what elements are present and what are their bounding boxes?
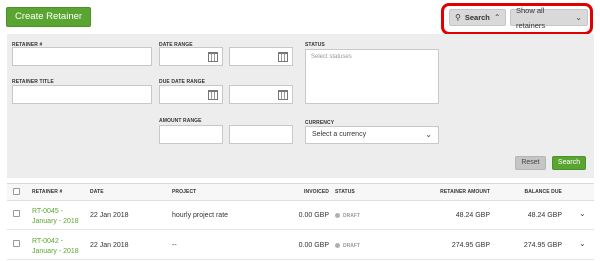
retainer-number-input[interactable] <box>12 47 152 66</box>
table-row[interactable]: RT-0045 - January - 2018 22 Jan 2018 hou… <box>7 201 594 230</box>
reset-button[interactable]: Reset <box>515 156 546 170</box>
table-header: RETAINER # DATE PROJECT INVOICED STATUS … <box>7 184 594 201</box>
table-row[interactable]: RT-0042 - January - 2018 22 Jan 2018 -- … <box>7 231 594 260</box>
create-retainer-button[interactable]: Create Retainer <box>6 7 92 27</box>
currency-select[interactable]: Select a currency ⌄ <box>305 126 439 144</box>
date-range-from-input[interactable] <box>159 47 223 66</box>
due-date-to-input[interactable] <box>229 85 293 104</box>
expand-chevron-icon[interactable]: ⌄ <box>579 209 586 218</box>
search-toggle-button[interactable]: ⚲ Search ⌃ <box>449 9 506 26</box>
col-date-header: DATE <box>90 189 104 195</box>
calendar-icon[interactable] <box>278 52 288 62</box>
invoiced-cell: 0.00 GBP <box>298 242 329 249</box>
show-all-label: Show all retainers <box>516 5 546 30</box>
row-checkbox[interactable] <box>13 240 20 247</box>
invoiced-cell: 0.00 GBP <box>298 212 329 219</box>
filter-panel: RETAINER # RETAINER TITLE DATE RANGE DUE… <box>7 34 594 178</box>
col-retainer-header: RETAINER # <box>32 189 63 195</box>
status-dot-icon <box>335 213 340 219</box>
retainers-table: RETAINER # DATE PROJECT INVOICED STATUS … <box>7 183 594 261</box>
calendar-icon[interactable] <box>208 90 218 100</box>
status-badge: DRAFT <box>335 213 360 219</box>
status-text: DRAFT <box>343 243 360 249</box>
balance-due-cell: 274.95 GBP <box>523 242 562 249</box>
status-text: DRAFT <box>343 213 360 219</box>
col-project-header: PROJECT <box>172 189 197 195</box>
chevron-down-icon: ⌄ <box>575 13 582 22</box>
date-range-to-input[interactable] <box>229 47 293 66</box>
project-cell: hourly project rate <box>172 212 229 219</box>
col-balance-due-header: BALANCE DUE <box>524 189 562 195</box>
project-cell: -- <box>172 242 177 249</box>
status-label: STATUS <box>305 42 325 48</box>
retainer-title-input[interactable] <box>12 85 152 104</box>
row-checkbox[interactable] <box>13 210 20 217</box>
chevron-up-icon: ⌃ <box>493 13 501 22</box>
calendar-icon[interactable] <box>208 52 218 62</box>
expand-chevron-icon[interactable]: ⌄ <box>579 239 586 248</box>
amount-max-input[interactable] <box>229 125 293 144</box>
retainer-link[interactable]: RT-0045 - January - 2018 <box>32 207 84 227</box>
currency-value: Select a currency <box>312 131 367 138</box>
search-button[interactable]: Search <box>552 156 586 170</box>
retainer-link[interactable]: RT-0042 - January - 2018 <box>32 237 84 257</box>
amount-range-label: AMOUNT RANGE <box>159 118 202 124</box>
show-all-retainers-dropdown[interactable]: Show all retainers ⌄ <box>510 6 588 30</box>
chevron-down-icon: ⌄ <box>425 130 432 139</box>
status-placeholder: Select statuses <box>311 54 352 60</box>
search-toggle-label: Search <box>464 13 490 22</box>
search-icon: ⚲ <box>455 13 461 22</box>
col-status-header: STATUS <box>335 189 355 195</box>
balance-due-cell: 48.24 GBP <box>527 212 562 219</box>
select-all-checkbox[interactable] <box>13 188 20 195</box>
status-dot-icon <box>335 243 340 249</box>
status-multiselect[interactable]: Select statuses <box>305 49 439 104</box>
col-invoiced-header: INVOICED <box>304 189 329 195</box>
date-cell: 22 Jan 2018 <box>90 242 129 249</box>
retainer-amount-cell: 274.95 GBP <box>451 242 490 249</box>
col-retainer-amount-header: RETAINER AMOUNT <box>440 189 490 195</box>
date-cell: 22 Jan 2018 <box>90 212 129 219</box>
calendar-icon[interactable] <box>278 90 288 100</box>
amount-min-input[interactable] <box>159 125 223 144</box>
retainer-amount-cell: 48.24 GBP <box>455 212 490 219</box>
due-date-from-input[interactable] <box>159 85 223 104</box>
status-badge: DRAFT <box>335 243 360 249</box>
